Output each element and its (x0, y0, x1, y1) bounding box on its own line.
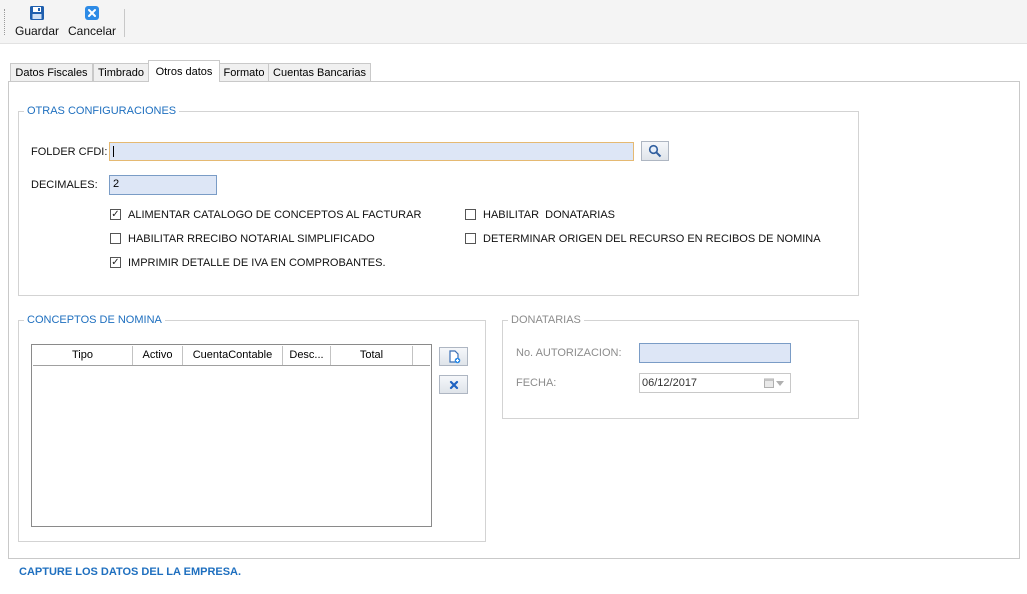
donatarias-legend: DONATARIAS (508, 314, 584, 326)
alimentar-catalogo-checkbox[interactable]: ✓ (110, 209, 121, 220)
fecha-label: FECHA: (516, 377, 557, 389)
conceptos-grid[interactable]: Tipo Activo CuentaContable Desc... Total (31, 344, 432, 527)
alimentar-catalogo-label: ALIMENTAR CATALOGO DE CONCEPTOS AL FACTU… (128, 209, 422, 221)
column-header-tipo[interactable]: Tipo (33, 346, 133, 365)
new-document-icon (448, 349, 460, 363)
decimales-input[interactable]: 2 (109, 175, 217, 195)
tab-label: Otros datos (155, 66, 213, 78)
autorizacion-label: No. AUTORIZACION: (516, 347, 622, 359)
tab-otros-datos[interactable]: Otros datos (148, 60, 220, 82)
imprimir-detalle-iva-label: IMPRIMIR DETALLE DE IVA EN COMPROBANTES. (128, 257, 386, 269)
add-concepto-button[interactable] (439, 347, 468, 366)
autorizacion-input[interactable] (639, 343, 791, 363)
column-header-desc[interactable]: Desc... (283, 346, 331, 365)
tab-formato[interactable]: Formato (219, 63, 269, 81)
close-icon (85, 6, 99, 20)
decimales-value: 2 (113, 178, 120, 190)
grid-header: Tipo Activo CuentaContable Desc... Total (33, 346, 430, 366)
habilitar-donatarias-label: HABILITAR DONATARIAS (483, 209, 616, 221)
imprimir-detalle-iva-checkbox[interactable]: ✓ (110, 257, 121, 268)
tab-datos-fiscales[interactable]: Datos Fiscales (10, 63, 93, 81)
tab-label: Timbrado (97, 67, 145, 79)
otras-configuraciones-legend: OTRAS CONFIGURACIONES (24, 105, 180, 117)
column-header-total[interactable]: Total (331, 346, 413, 365)
chevron-down-icon[interactable] (776, 381, 784, 386)
column-header-cuenta-contable[interactable]: CuentaContable (183, 346, 283, 365)
save-button[interactable]: Guardar (14, 5, 60, 41)
calendar-icon[interactable] (764, 378, 774, 388)
fecha-date-picker[interactable]: 06/12/2017 (639, 373, 791, 393)
toolbar-grip[interactable] (4, 9, 7, 35)
column-header-activo[interactable]: Activo (133, 346, 183, 365)
delete-concepto-button[interactable] (439, 375, 468, 394)
cancel-button[interactable]: Cancelar (68, 5, 116, 41)
delete-icon (449, 380, 458, 389)
habilitar-donatarias-checkbox[interactable] (465, 209, 476, 220)
decimales-label: DECIMALES: (31, 179, 98, 191)
save-button-label: Guardar (14, 24, 60, 38)
fecha-value: 06/12/2017 (642, 377, 698, 389)
habilitar-recibo-notarial-checkbox[interactable] (110, 233, 121, 244)
tab-label: Datos Fiscales (15, 67, 88, 79)
status-message: CAPTURE LOS DATOS DEL LA EMPRESA. (19, 566, 242, 578)
folder-cfdi-input[interactable] (109, 142, 634, 161)
floppy-disk-icon (30, 6, 44, 20)
folder-cfdi-label: FOLDER CFDI: (31, 146, 108, 158)
determinar-origen-label: DETERMINAR ORIGEN DEL RECURSO EN RECIBOS… (483, 233, 821, 245)
conceptos-nomina-legend: CONCEPTOS DE NOMINA (24, 314, 165, 326)
habilitar-recibo-notarial-label: HABILITAR RRECIBO NOTARIAL SIMPLIFICADO (128, 233, 375, 245)
donatarias-group (502, 320, 859, 419)
browse-folder-button[interactable] (641, 141, 669, 161)
tab-label: Formato (223, 67, 265, 79)
tab-label: Cuentas Bancarias (273, 67, 366, 79)
tab-timbrado[interactable]: Timbrado (93, 63, 149, 81)
toolbar: Guardar Cancelar (0, 0, 1027, 44)
determinar-origen-checkbox[interactable] (465, 233, 476, 244)
text-caret (113, 146, 114, 157)
cancel-button-label: Cancelar (67, 24, 117, 38)
search-icon (648, 144, 662, 158)
tab-cuentas-bancarias[interactable]: Cuentas Bancarias (268, 63, 371, 81)
toolbar-separator (124, 9, 125, 37)
